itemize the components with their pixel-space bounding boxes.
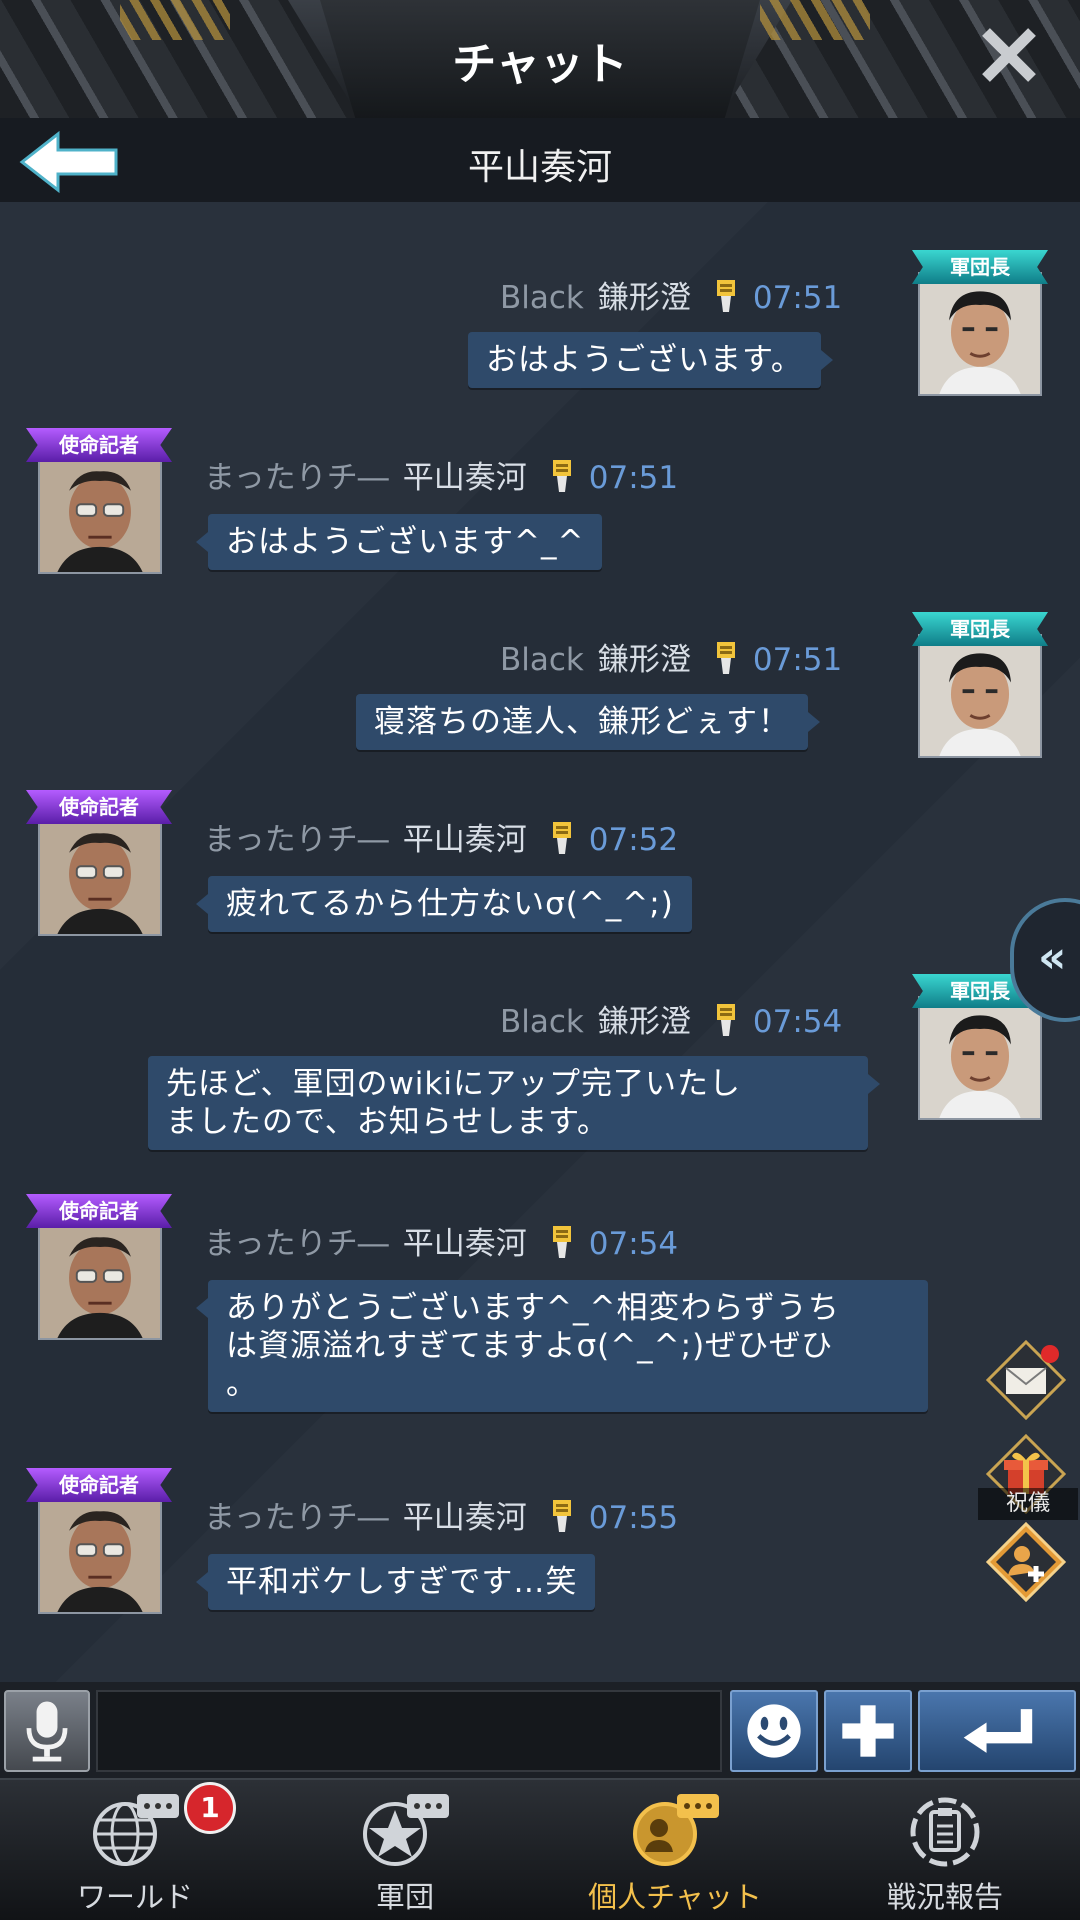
- gift-label: 祝儀: [978, 1488, 1078, 1520]
- attach-button[interactable]: [824, 1690, 912, 1772]
- bottom-navigation: ワールド 軍団 個人チャット 戦況報告: [0, 1778, 1080, 1920]
- message-sender: 鎌形澄: [597, 642, 691, 678]
- send-button[interactable]: [918, 1690, 1076, 1772]
- rank-icon: [716, 280, 735, 312]
- add-friend-button[interactable]: [985, 1521, 1067, 1603]
- message-time: 07:54: [588, 1226, 679, 1262]
- message-line: 。: [226, 1366, 258, 1402]
- conversation-bar: 平山奏河: [0, 118, 1080, 202]
- message-sender: 鎌形澄: [597, 1004, 691, 1040]
- rank-badge: 使命記者: [26, 790, 172, 824]
- microphone-icon: [26, 1701, 68, 1762]
- message-alliance: Black: [500, 280, 584, 316]
- add-friend-icon: [985, 1521, 1067, 1603]
- rank-icon: [716, 1004, 735, 1036]
- message-input[interactable]: [96, 1690, 722, 1772]
- rank-icon: [552, 1226, 571, 1258]
- rank-icon: [716, 642, 735, 674]
- nav-tab-battle-report[interactable]: 戦況報告: [810, 1780, 1080, 1920]
- rank-badge: 使命記者: [26, 428, 172, 462]
- message-sender: 平山奏河: [402, 1500, 527, 1536]
- nav-label: ワールド: [76, 1880, 193, 1914]
- rank-icon: [552, 822, 571, 854]
- conversation-partner-name: 平山奏河: [467, 147, 612, 188]
- message-meta: まったりチ― 平山奏河 07:52: [204, 814, 678, 859]
- message-bubble[interactable]: 先ほど、軍団のwikiにアップ完了いたし ましたので、お知らせします。: [148, 1056, 880, 1150]
- message-time: 07:51: [752, 642, 843, 678]
- message-alliance: まったりチ―: [204, 1226, 389, 1262]
- avatar[interactable]: [918, 996, 1042, 1120]
- plus-icon: [842, 1705, 894, 1757]
- rank-badge: 使命記者: [26, 1194, 172, 1228]
- message-bubble[interactable]: おはようございます^_^: [195, 514, 603, 570]
- avatar[interactable]: [918, 634, 1042, 758]
- notification-badge: 1: [184, 1782, 236, 1834]
- avatar[interactable]: [38, 1490, 162, 1614]
- nav-label: 個人チャット: [588, 1880, 762, 1914]
- voice-input-button[interactable]: [4, 1690, 90, 1772]
- message-line: ましたので、お知らせします。: [166, 1104, 610, 1140]
- rank-badge: 使命記者: [26, 1468, 172, 1502]
- avatar[interactable]: [918, 272, 1042, 396]
- message-bubble[interactable]: 疲れてるから仕方ないσ(^_^;): [196, 876, 692, 932]
- avatar[interactable]: [38, 1216, 162, 1340]
- message-meta: まったりチ― 平山奏河 07:51: [204, 452, 678, 497]
- mail-button[interactable]: [985, 1339, 1067, 1421]
- message-bubble[interactable]: 寝落ちの達人、鎌形どぇす！: [356, 694, 820, 750]
- message-line: 先ほど、軍団のwikiにアップ完了いたし: [166, 1066, 741, 1102]
- message-meta: Black 鎌形澄 07:54: [500, 996, 842, 1041]
- message-sender: 平山奏河: [402, 1226, 527, 1262]
- message-alliance: まったりチ―: [204, 822, 389, 858]
- message-bubble[interactable]: おはようございます。: [468, 332, 833, 388]
- message-alliance: Black: [500, 1004, 584, 1040]
- rank-icon: [552, 460, 571, 492]
- rank-icon: [552, 1500, 571, 1532]
- globe-chat-icon: [93, 1794, 179, 1866]
- nav-label: 戦況報告: [886, 1880, 1003, 1914]
- message-line: ありがとうございます^_^相変わらずうち: [226, 1290, 840, 1326]
- message-input-bar: [0, 1682, 1080, 1778]
- message-bubble[interactable]: ありがとうございます^_^相変わらずうち は資源溢れすぎてますよσ(^_^;)ぜ…: [196, 1280, 928, 1412]
- message-time: 07:51: [588, 460, 679, 496]
- message-time: 07:54: [752, 1004, 843, 1040]
- personal-chat-icon: [633, 1794, 719, 1866]
- rank-badge: 軍団長: [912, 250, 1048, 284]
- nav-tab-legion[interactable]: 軍団: [270, 1780, 540, 1920]
- rank-badge: 軍団長: [912, 612, 1048, 646]
- message-alliance: Black: [500, 642, 584, 678]
- top-bar: チャット: [0, 0, 1080, 118]
- report-icon: [910, 1797, 980, 1867]
- message-bubble[interactable]: 平和ボケしすぎです…笑: [195, 1554, 596, 1610]
- message-meta: まったりチ― 平山奏河 07:54: [204, 1218, 678, 1263]
- message-meta: Black 鎌形澄 07:51: [500, 634, 842, 679]
- page-title: チャット: [452, 39, 628, 90]
- message-sender: 平山奏河: [402, 460, 527, 496]
- message-time: 07:51: [752, 280, 843, 316]
- chat-message-list[interactable]: Black 鎌形澄 07:51 おはようございます。 軍団長 使命記者 まったりチ―…: [0, 202, 1080, 1682]
- star-chat-icon: [363, 1794, 449, 1866]
- mail-icon: [985, 1339, 1067, 1421]
- message-meta: まったりチ― 平山奏河 07:55: [204, 1492, 678, 1537]
- message-time: 07:52: [588, 822, 679, 858]
- nav-label: 軍団: [375, 1880, 434, 1914]
- message-line: は資源溢れすぎてますよσ(^_^;)ぜひぜひ: [226, 1328, 834, 1364]
- enter-icon: [963, 1709, 1033, 1753]
- smiley-icon: [747, 1704, 801, 1758]
- message-alliance: まったりチ―: [204, 1500, 389, 1536]
- double-chevron-left-icon: «: [1038, 932, 1067, 983]
- message-sender: 平山奏河: [402, 822, 527, 858]
- message-meta: Black 鎌形澄 07:51: [500, 272, 842, 317]
- avatar[interactable]: [38, 450, 162, 574]
- close-icon: [982, 28, 1036, 82]
- message-time: 07:55: [588, 1500, 679, 1536]
- message-alliance: まったりチ―: [204, 460, 389, 496]
- avatar[interactable]: [38, 812, 162, 936]
- nav-tab-personal-chat[interactable]: 個人チャット: [540, 1780, 810, 1920]
- emoji-button[interactable]: [730, 1690, 818, 1772]
- close-button[interactable]: [976, 22, 1042, 88]
- message-sender: 鎌形澄: [597, 280, 691, 316]
